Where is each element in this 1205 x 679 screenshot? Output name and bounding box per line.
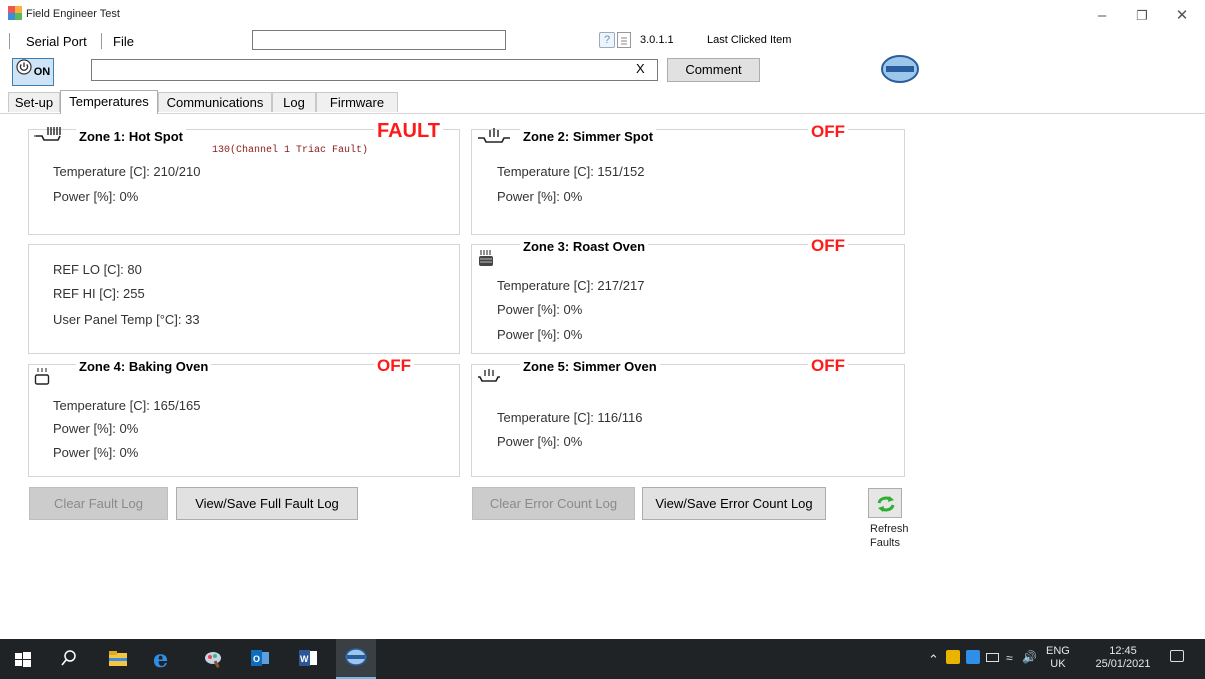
- roast-oven-icon: [478, 248, 494, 271]
- clear-error-count-log-button[interactable]: Clear Error Count Log: [472, 487, 635, 520]
- tab-setup[interactable]: Set-up: [8, 92, 60, 112]
- zone1-status-badge: FAULT: [374, 120, 443, 143]
- notification-icon[interactable]: [1170, 650, 1184, 662]
- minimize-button[interactable]: –: [1082, 4, 1122, 28]
- user-panel-temp: User Panel Temp [°C]: 33: [53, 312, 200, 327]
- zone3-temperature: Temperature [C]: 217/217: [497, 278, 645, 293]
- svg-text:W: W: [300, 654, 309, 664]
- file-explorer-icon[interactable]: [108, 649, 128, 669]
- zone4-title: Zone 4: Baking Oven: [76, 359, 212, 374]
- tray-network-app-icon[interactable]: [966, 650, 980, 664]
- comment-button[interactable]: Comment: [667, 58, 760, 82]
- paint-icon[interactable]: [203, 649, 223, 669]
- app-taskbar-icon: [345, 648, 367, 669]
- zone2-temperature: Temperature [C]: 151/152: [497, 164, 645, 179]
- hotspot-icon: [34, 124, 66, 145]
- language-line2: UK: [1050, 658, 1066, 670]
- ref-lo: REF LO [C]: 80: [53, 262, 142, 277]
- menu-file[interactable]: File: [113, 34, 134, 49]
- zone5-status-badge: OFF: [808, 356, 848, 376]
- search-icon[interactable]: [60, 649, 80, 669]
- zone4-temperature: Temperature [C]: 165/165: [53, 398, 201, 413]
- zone2-group: [471, 129, 905, 235]
- tab-strip: Set-up Temperatures Communications Log F…: [8, 90, 408, 114]
- window-title: Field Engineer Test: [26, 8, 120, 20]
- zone4-power-1: Power [%]: 0%: [53, 421, 139, 436]
- zone1-temperature: Temperature [C]: 210/210: [53, 164, 201, 179]
- zone2-power: Power [%]: 0%: [497, 189, 583, 204]
- zone3-power-2: Power [%]: 0%: [497, 327, 583, 342]
- zone1-fault-detail: 130(Channel 1 Triac Fault): [212, 145, 369, 156]
- view-save-error-count-log-button[interactable]: View/Save Error Count Log: [642, 487, 826, 520]
- edge-icon[interactable]: e: [153, 647, 173, 671]
- top-text-input[interactable]: [252, 30, 506, 50]
- zone3-power-1: Power [%]: 0%: [497, 302, 583, 317]
- clock[interactable]: 12:45 25/01/2021: [1093, 645, 1153, 671]
- power-on-button[interactable]: ON: [12, 58, 54, 86]
- clock-time: 12:45: [1109, 645, 1137, 657]
- wifi-icon[interactable]: ≈: [1006, 651, 1013, 665]
- power-icon: [16, 59, 32, 85]
- close-button[interactable]: ✕: [1162, 4, 1202, 28]
- language-line1: ENG: [1046, 645, 1070, 657]
- view-save-fault-log-button[interactable]: View/Save Full Fault Log: [176, 487, 358, 520]
- refresh-label-line2: Faults: [870, 537, 900, 549]
- maximize-button[interactable]: ❐: [1122, 4, 1162, 28]
- zone4-power-2: Power [%]: 0%: [53, 445, 139, 460]
- refresh-icon: [876, 494, 896, 517]
- simmer-oven-icon: [476, 364, 502, 387]
- outlook-icon[interactable]: O: [250, 649, 270, 669]
- refresh-faults-button[interactable]: [868, 488, 902, 518]
- volume-icon[interactable]: 🔊: [1022, 650, 1037, 664]
- simmer-spot-icon: [476, 124, 512, 147]
- tab-communications[interactable]: Communications: [158, 92, 272, 112]
- word-icon[interactable]: W: [298, 649, 318, 669]
- tab-firmware[interactable]: Firmware: [316, 92, 398, 112]
- zone5-title: Zone 5: Simmer Oven: [520, 359, 660, 374]
- zone1-power: Power [%]: 0%: [53, 189, 139, 204]
- battery-icon[interactable]: [986, 653, 999, 662]
- zone5-temperature: Temperature [C]: 116/116: [497, 410, 643, 425]
- language-indicator[interactable]: ENG UK: [1046, 645, 1070, 671]
- menu-serial-port[interactable]: Serial Port: [26, 34, 87, 49]
- company-logo-icon: [880, 55, 920, 83]
- refresh-faults-label: Refresh Faults: [870, 522, 909, 550]
- ref-hi: REF HI [C]: 255: [53, 286, 145, 301]
- tray-chevron-icon[interactable]: ⌃: [928, 652, 939, 668]
- zone3-title: Zone 3: Roast Oven: [520, 239, 649, 254]
- tab-log[interactable]: Log: [272, 92, 316, 112]
- help-icon[interactable]: ?: [599, 32, 615, 48]
- document-icon: [617, 32, 631, 48]
- zone2-title: Zone 2: Simmer Spot: [520, 129, 657, 144]
- svg-text:O: O: [253, 654, 260, 664]
- zone2-status-badge: OFF: [808, 122, 848, 142]
- comment-input[interactable]: [91, 59, 658, 81]
- last-clicked-label: Last Clicked Item: [707, 34, 792, 46]
- clock-date: 25/01/2021: [1095, 658, 1151, 670]
- clear-comment-button[interactable]: X: [636, 61, 645, 76]
- tab-temperatures[interactable]: Temperatures: [60, 90, 158, 114]
- refresh-label-line1: Refresh: [870, 523, 909, 535]
- baking-oven-icon: [34, 366, 50, 389]
- zone1-title: Zone 1: Hot Spot: [76, 129, 186, 144]
- menu-grip: [9, 33, 10, 49]
- windows-start-icon[interactable]: [14, 649, 34, 669]
- zone5-power: Power [%]: 0%: [497, 434, 583, 449]
- title-bar: [0, 0, 1205, 30]
- app-taskbar-button[interactable]: [336, 639, 376, 679]
- version-label: 3.0.1.1: [640, 34, 674, 46]
- app-icon: [8, 6, 22, 20]
- tray-app-icon[interactable]: [946, 650, 960, 664]
- menu-divider: [101, 33, 102, 49]
- zone4-status-badge: OFF: [374, 356, 414, 376]
- power-label: ON: [33, 66, 51, 79]
- zone3-status-badge: OFF: [808, 236, 848, 256]
- clear-fault-log-button[interactable]: Clear Fault Log: [29, 487, 168, 520]
